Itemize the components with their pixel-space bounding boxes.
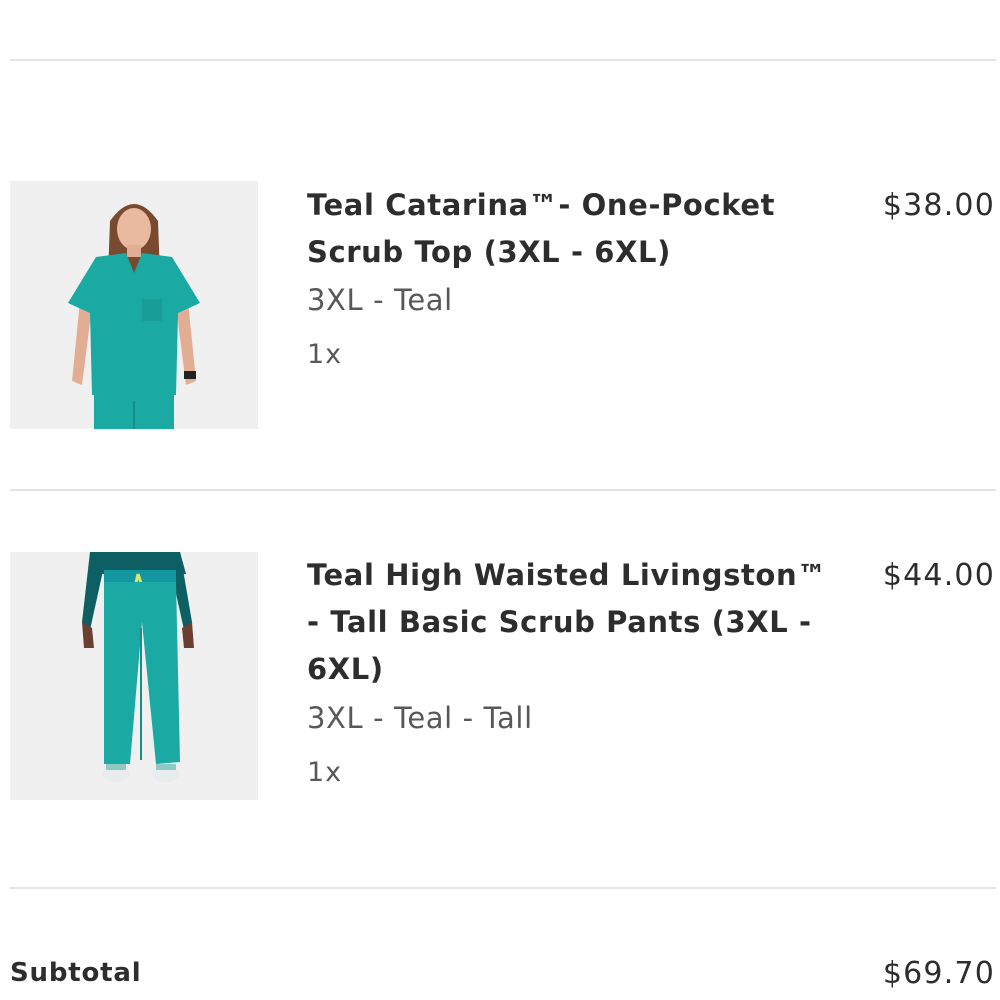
item-variant: 3XL - Teal <box>307 283 453 317</box>
item-price: $44.00 <box>882 558 995 593</box>
subtotal-label: Subtotal <box>10 958 142 988</box>
item-price: $38.00 <box>882 188 995 223</box>
item-title[interactable]: Teal High Waisted Livingston™ - Tall Bas… <box>307 552 827 693</box>
item-divider <box>10 489 996 491</box>
scrub-top-illustration <box>10 181 258 429</box>
item-quantity: 1x <box>307 339 343 370</box>
item-title[interactable]: Teal Catarina™- One-Pocket Scrub Top (3X… <box>307 182 827 276</box>
scrub-pants-product-image[interactable] <box>10 552 258 800</box>
scrub-top-product-image[interactable] <box>10 181 258 429</box>
subtotal-divider <box>10 887 996 889</box>
item-variant: 3XL - Teal - Tall <box>307 701 533 735</box>
scrub-pants-illustration <box>10 552 258 800</box>
item-quantity: 1x <box>307 757 343 788</box>
top-divider <box>10 59 996 61</box>
subtotal-value: $69.70 <box>882 956 995 991</box>
order-summary: Teal Catarina™- One-Pocket Scrub Top (3X… <box>0 0 1000 1000</box>
